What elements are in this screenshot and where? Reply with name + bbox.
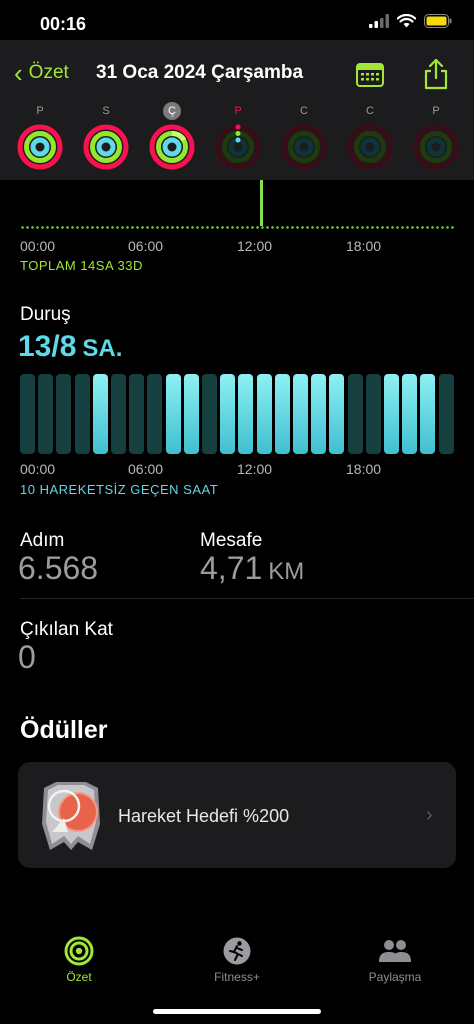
stand-hour-bar [38, 374, 54, 454]
distance-number: 4,71 [200, 550, 263, 586]
stand-hour-bar [347, 374, 363, 454]
chevron-right-icon: › [426, 804, 433, 826]
day-label: C [366, 105, 374, 117]
stand-hour-bar [20, 374, 35, 454]
activity-rings-icon [83, 124, 129, 170]
day-item[interactable]: Ç [147, 102, 197, 170]
tab-sharing[interactable]: Paylaşma [335, 936, 455, 984]
activity-rings-icon [17, 124, 63, 170]
share-button[interactable] [423, 58, 449, 95]
award-badge-icon [38, 780, 104, 857]
tab-label: Fitness+ [214, 970, 260, 984]
stand-hour-bar [274, 374, 290, 454]
current-time-marker [260, 180, 263, 226]
activity-rings-icon [347, 124, 393, 170]
stand-hour-bar [420, 374, 436, 454]
inactive-hours: 10 HAREKETSİZ GEÇEN SAAT [20, 482, 219, 497]
calendar-icon [356, 63, 384, 87]
day-item[interactable]: P [213, 104, 263, 170]
wifi-icon [397, 14, 416, 28]
stand-hour-bar [256, 374, 272, 454]
stand-hour-bar [165, 374, 181, 454]
stand-tick: 06:00 [128, 461, 164, 477]
stand-hour-bar [402, 374, 418, 454]
stand-hour-bar [365, 374, 381, 454]
timeline-tick: 06:00 [128, 238, 164, 254]
day-item[interactable]: C [279, 104, 329, 170]
stand-hour-bar [202, 374, 217, 454]
timeline-tick: 00:00 [20, 238, 56, 254]
award-label: Hareket Hedefi %200 [118, 806, 290, 826]
stand-hour-bar [293, 374, 308, 454]
people-icon [379, 940, 411, 962]
timeline-tick: 12:00 [237, 238, 273, 254]
stand-hour-bar [220, 374, 236, 454]
tab-label: Paylaşma [368, 970, 422, 984]
stand-value: 13/8 SA. [18, 330, 122, 364]
stand-label: Duruş [20, 304, 71, 325]
day-item[interactable]: S [81, 104, 131, 170]
stand-hour-bar [74, 374, 90, 454]
stand-hour-bar [56, 374, 72, 454]
stand-tick: 00:00 [20, 461, 56, 477]
stand-hour-bar [92, 374, 108, 454]
status-icons [369, 14, 452, 28]
steps-value: 6.568 [18, 550, 99, 586]
activity-rings-icon [281, 124, 327, 170]
stand-hours: 13/8 [18, 330, 77, 363]
stand-hour-bar [129, 374, 145, 454]
battery-icon [424, 14, 452, 28]
runner-icon [223, 937, 251, 965]
tab-label: Özet [66, 970, 92, 984]
distance-value: 4,71 KM [200, 550, 304, 587]
activity-rings-icon [215, 124, 261, 170]
back-button[interactable]: ‹ Özet [14, 58, 69, 88]
awards-title: Ödüller [20, 716, 108, 744]
day-label: P [36, 105, 44, 117]
timeline-total: TOPLAM 14SA 33D [20, 258, 143, 273]
stand-hour-bar [384, 374, 399, 454]
status-time: 00:16 [40, 14, 87, 34]
activity-rings-icon [64, 936, 94, 966]
tab-summary[interactable]: Özet [19, 936, 139, 984]
floors-label: Çıkılan Kat [20, 619, 113, 640]
home-indicator [153, 1009, 321, 1014]
stand-hour-bar [329, 374, 345, 454]
chevron-left-icon: ‹ [14, 58, 23, 88]
stand-hour-bar [238, 374, 254, 454]
stand-tick: 12:00 [237, 461, 273, 477]
stand-hour-bar [147, 374, 163, 454]
day-label: P [234, 105, 242, 117]
day-item[interactable]: P [15, 104, 65, 170]
stand-hour-bar [183, 374, 199, 454]
calendar-button[interactable] [356, 63, 384, 92]
stand-hours-chart [20, 374, 454, 454]
activity-rings-icon [149, 124, 195, 170]
day-item[interactable]: P [411, 104, 461, 170]
stand-hour-bar [111, 374, 126, 454]
share-icon [424, 58, 448, 90]
distance-label: Mesafe [200, 530, 263, 551]
divider [20, 598, 474, 599]
stand-tick: 18:00 [346, 461, 382, 477]
tab-fitness-plus[interactable]: Fitness+ [177, 936, 297, 984]
stand-hour-bar [438, 374, 454, 454]
stand-hour-bar [311, 374, 327, 454]
day-label: P [432, 105, 440, 117]
day-label: Ç [163, 102, 181, 120]
page-title: 31 Oca 2024 Çarşamba [96, 62, 304, 83]
steps-label: Adım [20, 530, 65, 551]
back-label: Özet [28, 62, 69, 83]
activity-rings-icon [413, 124, 459, 170]
distance-unit: KM [268, 558, 305, 585]
timeline-tick: 18:00 [346, 238, 382, 254]
signal-icon [369, 14, 389, 28]
day-item[interactable]: C [345, 104, 395, 170]
week-strip: PSÇPCCP [0, 102, 474, 174]
day-label: C [300, 105, 308, 117]
floors-value: 0 [18, 639, 36, 675]
activity-timeline [20, 226, 454, 229]
day-label: S [102, 105, 110, 117]
stand-unit: SA. [82, 335, 123, 362]
